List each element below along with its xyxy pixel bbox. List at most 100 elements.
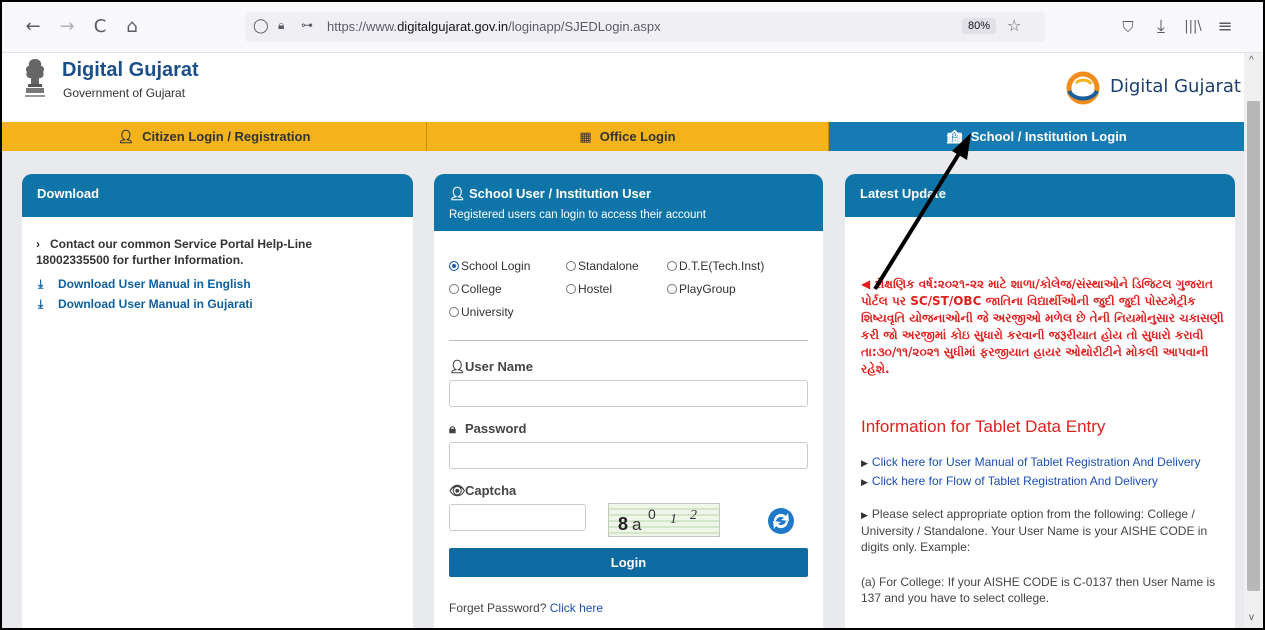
download-panel: Download › Contact our common Service Por… [22,174,413,628]
tablet-manual-link[interactable]: ▶ Click here for User Manual of Tablet Re… [861,455,1201,469]
example-text: (a) For College: If your AISHE CODE is C… [861,575,1216,605]
gujarati-notice: ◀ શૈક્ષણિક વર્ષ:૨૦૨૧-૨૨ માટે શાળા/કોલેજ/સ… [861,276,1226,378]
tablet-flow-link[interactable]: ▶ Click here for Flow of Tablet Registrat… [861,474,1158,488]
emblem-icon [25,59,45,97]
captcha-label: 👁︎Captcha [449,483,516,499]
pocket-icon[interactable]: ⛉ [1117,16,1139,38]
site-header: Digital Gujarat Government of Gujarat Di… [2,53,1244,120]
svg-text:1: 1 [670,512,677,527]
zoom-level[interactable]: 80% [962,18,997,34]
bullet-icon: ▶ [861,477,868,487]
radio-label: School Login [461,259,531,273]
username-input[interactable] [449,380,808,407]
svg-text:a: a [632,515,642,534]
forgot-password-link[interactable]: Click here [550,601,603,615]
reload-icon[interactable]: C [89,16,111,38]
site-title[interactable]: Digital Gujarat [62,59,199,82]
page-scrollbar[interactable]: ^ v [1244,53,1263,628]
main-content: Download › Contact our common Service Por… [2,133,1244,628]
radio-playgroup[interactable]: PlayGroup [667,282,736,296]
tab-label: Office Login [599,129,676,144]
radio-label: College [461,282,502,296]
link-label[interactable]: Click here for User Manual of Tablet Reg… [872,455,1201,469]
back-icon[interactable]: ← [22,16,44,38]
download-english-link[interactable]: ⤓ Download User Manual in English [38,277,251,292]
user-icon: 👤︎ [449,187,466,202]
tab-label: School / Institution Login [970,129,1127,144]
radio-dot [566,283,576,294]
address-bar[interactable]: ◯ 🔒︎ ⊶ https://www.digitalgujarat.gov.in… [245,12,1045,42]
megaphone-icon: ◀ [861,277,871,291]
permissions-icon[interactable]: ⊶ [301,18,313,32]
login-panel-subtitle: Registered users can login to access the… [449,209,706,221]
link-label: Download User Manual in Gujarati [58,297,253,311]
scroll-thumb[interactable] [1247,101,1260,591]
download-icon[interactable]: ⤓ [1150,16,1172,38]
star-icon[interactable]: ☆ [1007,16,1021,35]
scroll-up-icon[interactable]: ^ [1249,55,1254,66]
radio-university[interactable]: University [449,305,514,319]
username-label: 👤︎User Name [449,359,533,375]
radio-dot [667,283,677,294]
radio-standalone[interactable]: Standalone [566,259,639,273]
forgot-password: Forget Password? Click here [449,601,603,615]
tab-school-login[interactable]: 🏫︎ School / Institution Login [829,122,1244,151]
captcha-input[interactable] [449,504,586,531]
radio-hostel[interactable]: Hostel [566,282,612,296]
radio-label: D.T.E(Tech.Inst) [679,259,765,273]
latest-update-title: Latest Update [845,174,1235,217]
site-subtitle: Government of Gujarat [63,86,186,100]
library-icon[interactable]: |||\ [1182,16,1204,38]
helpline-text: › Contact our common Service Portal Help-… [36,236,376,268]
eye-icon: 👁︎ [449,484,466,499]
radio-dot [449,260,459,271]
username-label-text: User Name [465,359,533,374]
tab-label: Citizen Login / Registration [142,129,311,144]
radio-dot [449,283,459,294]
svg-text:0: 0 [648,506,656,522]
instruction-text: ▶ Please select appropriate option from t… [861,506,1223,555]
password-input[interactable] [449,442,808,469]
radio-label: Hostel [578,282,613,296]
tab-office-login[interactable]: ▦ Office Login [427,122,829,151]
login-title-label: School User / Institution User [469,186,652,201]
svg-text:8: 8 [618,514,628,534]
instruction-label: Please select appropriate option from th… [861,507,1208,554]
radio-label: Standalone [578,259,639,273]
radio-dot [566,260,576,271]
captcha-image: 8 a 0 1 2 [608,503,720,537]
chevron-right-icon: › [36,237,40,251]
user-icon: 👤︎ [449,360,466,375]
home-icon[interactable]: ⌂ [121,16,143,38]
screenshot-frame: ← → C ⌂ ◯ 🔒︎ ⊶ https://www.digitalgujara… [0,0,1265,630]
captcha-label-text: Captcha [465,483,517,498]
forward-icon[interactable]: → [56,16,78,38]
lock-icon[interactable]: 🔒︎ [278,18,284,33]
bullet-icon: ▶ [861,458,868,468]
radio-label: PlayGroup [679,282,736,296]
radio-college[interactable]: College [449,282,502,296]
building-icon: ▦ [579,130,592,145]
radio-dot [449,306,459,317]
helpline-label: Contact our common Service Portal Help-L… [36,237,313,267]
tab-citizen-login[interactable]: 👤︎ Citizen Login / Registration [2,122,427,151]
lock-icon: 🔒︎ [449,422,456,437]
password-label: 🔒︎ Password [449,421,526,437]
radio-dte[interactable]: D.T.E(Tech.Inst) [667,259,764,273]
url-text[interactable]: https://www.digitalgujarat.gov.in/logina… [327,19,661,34]
login-type-tabs: 👤︎ Citizen Login / Registration ▦ Office L… [2,122,1244,151]
logo-icon [1066,71,1100,105]
radio-dot [667,260,677,271]
scroll-down-icon[interactable]: v [1249,612,1254,623]
link-label[interactable]: Click here for Flow of Tablet Registrati… [872,474,1158,488]
gujarati-notice-text: શૈક્ષણિક વર્ષ:૨૦૨૧-૨૨ માટે શાળા/કોલેજ/સં… [861,277,1224,376]
radio-school-login[interactable]: School Login [449,259,530,273]
shield-icon[interactable]: ◯ [253,18,269,34]
login-button[interactable]: Login [449,548,808,577]
menu-icon[interactable]: ≡ [1214,16,1236,38]
download-gujarati-link[interactable]: ⤓ Download User Manual in Gujarati [38,297,253,312]
digital-gujarat-logo[interactable]: Digital Gujarat [1064,71,1241,105]
latest-update-panel: Latest Update ◀ શૈક્ષણિક વર્ષ:૨૦૨૧-૨૨ માટ… [845,174,1235,628]
refresh-captcha-icon[interactable] [766,506,796,536]
logo-text: Digital Gujarat [1110,76,1241,97]
